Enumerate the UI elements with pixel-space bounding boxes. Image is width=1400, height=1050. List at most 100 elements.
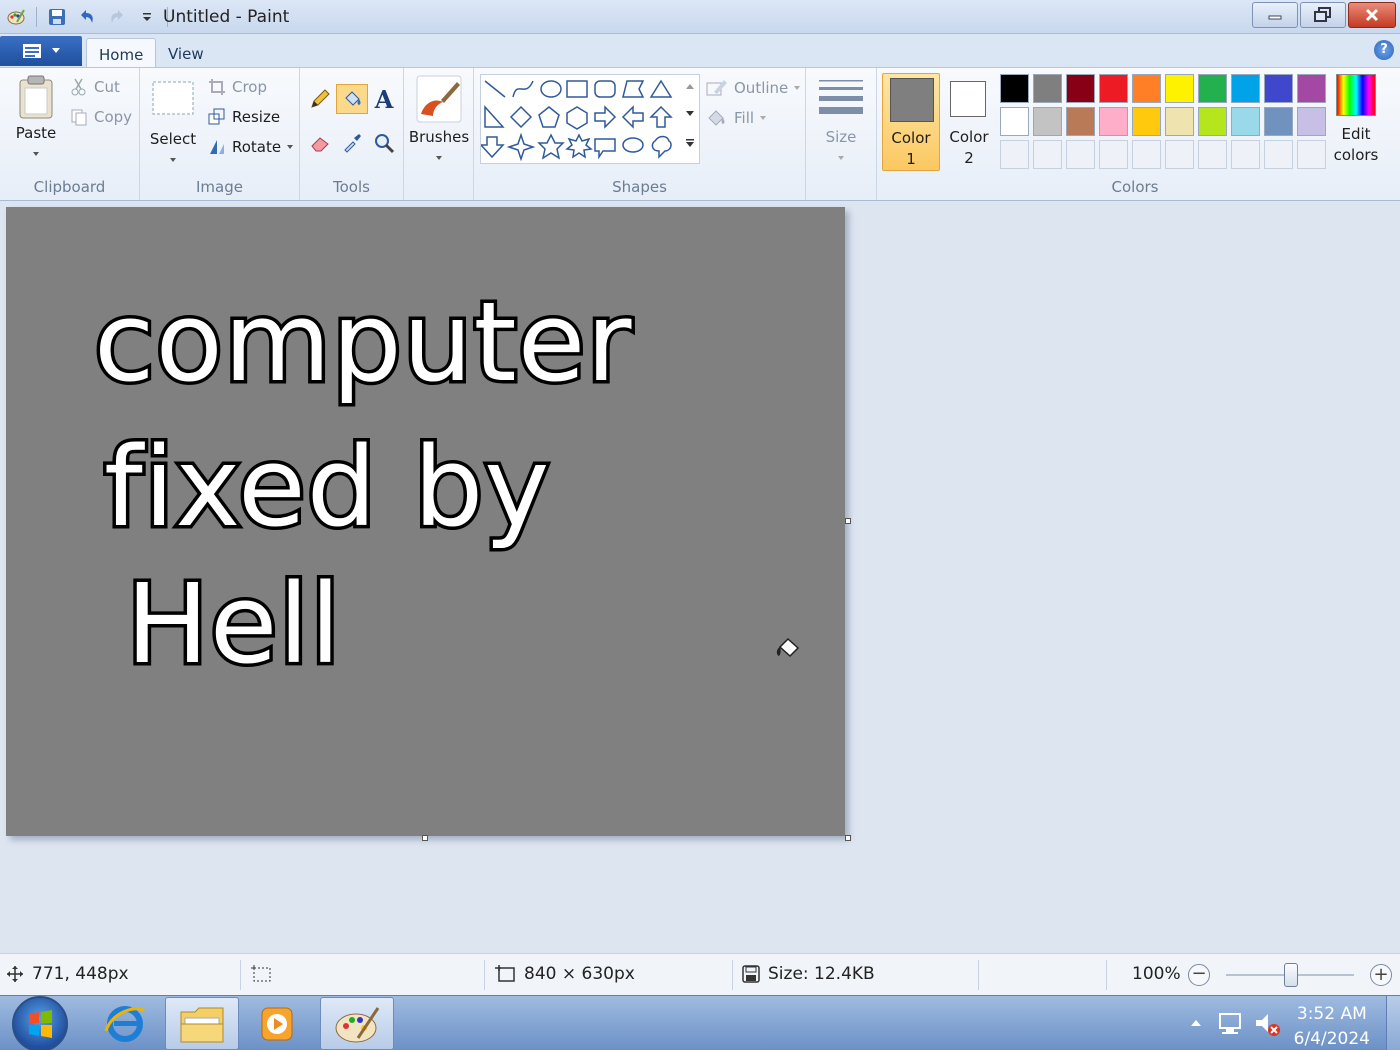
taskbar-media-player[interactable]: [240, 997, 314, 1050]
palette-swatch[interactable]: [1000, 140, 1029, 169]
size-group: Size: [806, 68, 876, 200]
size-button[interactable]: Size: [814, 78, 868, 164]
tab-view[interactable]: View: [156, 38, 216, 69]
copy-button[interactable]: Copy: [70, 108, 132, 126]
palette-swatch[interactable]: [1297, 107, 1326, 136]
palette-swatch[interactable]: [1297, 140, 1326, 169]
minimize-button[interactable]: [1252, 2, 1298, 28]
paint-app-icon[interactable]: [4, 6, 28, 28]
palette-swatch[interactable]: [1066, 140, 1095, 169]
outline-icon: [706, 80, 727, 96]
group-label-shapes: Shapes: [612, 178, 667, 196]
restore-icon: [1314, 7, 1331, 22]
taskbar-file-explorer[interactable]: [165, 997, 239, 1050]
undo-icon[interactable]: [75, 6, 99, 28]
zoom-slider-thumb[interactable]: [1284, 963, 1298, 987]
rotate-label: Rotate: [232, 138, 282, 156]
paste-button[interactable]: Paste: [8, 74, 64, 166]
palette-swatch[interactable]: [1231, 107, 1260, 136]
network-icon[interactable]: [1216, 1010, 1244, 1036]
palette-swatch[interactable]: [1000, 74, 1029, 103]
palette-swatch[interactable]: [1264, 140, 1293, 169]
color2-number: 2: [964, 149, 974, 167]
fill-tool[interactable]: [336, 84, 368, 114]
volume-muted-icon[interactable]: [1252, 1010, 1282, 1038]
crop-button[interactable]: Crop: [208, 78, 267, 96]
brushes-button[interactable]: Brushes: [408, 74, 470, 164]
outline-button[interactable]: Outline: [706, 78, 801, 98]
palette-swatch[interactable]: [1264, 107, 1293, 136]
edit-colors-button[interactable]: Edit colors: [1327, 74, 1385, 166]
color-picker-tool[interactable]: [336, 128, 368, 158]
toolbar-separator: [36, 7, 37, 27]
palette-swatch[interactable]: [1033, 140, 1062, 169]
palette-swatch[interactable]: [1165, 140, 1194, 169]
color1-button[interactable]: Color 1: [882, 73, 940, 171]
redo-icon[interactable]: [105, 6, 129, 28]
palette-swatch[interactable]: [1165, 107, 1194, 136]
palette-swatch[interactable]: [1033, 74, 1062, 103]
fill-button[interactable]: Fill: [706, 108, 767, 128]
eraser-tool[interactable]: [304, 128, 336, 158]
pencil-tool[interactable]: [304, 84, 336, 114]
palette-swatch[interactable]: [1099, 74, 1128, 103]
shapes-scroll[interactable]: [680, 76, 700, 164]
save-icon[interactable]: [45, 6, 69, 28]
status-separator: [732, 960, 733, 990]
palette-swatch[interactable]: [1066, 107, 1095, 136]
palette-swatch[interactable]: [1297, 74, 1326, 103]
palette-swatch[interactable]: [1198, 74, 1227, 103]
palette-swatch[interactable]: [1000, 107, 1029, 136]
palette-swatch[interactable]: [1198, 107, 1227, 136]
rotate-button[interactable]: Rotate: [208, 138, 294, 156]
resize-button[interactable]: Resize: [208, 108, 280, 126]
palette-swatch[interactable]: [1165, 74, 1194, 103]
palette-swatch[interactable]: [1033, 107, 1062, 136]
expand-gallery-icon[interactable]: [685, 138, 695, 148]
palette-swatch[interactable]: [1099, 107, 1128, 136]
color2-button[interactable]: Color 2: [943, 73, 995, 171]
tools-group: A Tools: [300, 68, 404, 200]
brushes-label: Brushes: [408, 128, 470, 146]
show-desktop-button[interactable]: [1386, 996, 1400, 1050]
restore-button[interactable]: [1300, 2, 1346, 28]
text-tool[interactable]: A: [368, 84, 400, 114]
taskbar-paint[interactable]: [320, 997, 394, 1050]
select-button[interactable]: Select: [148, 78, 198, 166]
tab-home[interactable]: Home: [86, 38, 157, 69]
chevron-down-icon[interactable]: [685, 110, 695, 118]
palette-swatch[interactable]: [1198, 140, 1227, 169]
customize-qat-icon[interactable]: [135, 6, 159, 28]
close-button[interactable]: [1348, 2, 1396, 28]
canvas-resize-handle-corner[interactable]: [845, 835, 851, 841]
magnifier-tool[interactable]: [368, 128, 400, 158]
zoom-in-button[interactable]: +: [1370, 964, 1392, 986]
drawing-canvas[interactable]: computer fixed by Hell: [6, 207, 845, 836]
palette-swatch[interactable]: [1132, 107, 1161, 136]
cut-button[interactable]: Cut: [70, 78, 120, 96]
palette-swatch[interactable]: [1231, 74, 1260, 103]
palette-swatch[interactable]: [1264, 74, 1293, 103]
selection-size: [250, 964, 280, 984]
show-hidden-icons-icon[interactable]: [1190, 1018, 1202, 1028]
quick-access-toolbar: [4, 4, 170, 30]
palette-swatch[interactable]: [1132, 74, 1161, 103]
canvas-resize-handle-right[interactable]: [845, 518, 851, 524]
canvas-resize-handle-bottom[interactable]: [422, 835, 428, 841]
zoom-out-button[interactable]: −: [1188, 964, 1210, 986]
palette-swatch[interactable]: [1099, 140, 1128, 169]
palette-swatch[interactable]: [1231, 140, 1260, 169]
group-label-clipboard: Clipboard: [33, 178, 106, 196]
paint-menu-button[interactable]: [0, 36, 82, 66]
size-label: Size: [825, 128, 857, 146]
status-separator: [978, 960, 979, 990]
chevron-up-icon[interactable]: [685, 82, 695, 90]
shapes-gallery[interactable]: [479, 74, 700, 164]
canvas-workspace: computer fixed by Hell: [0, 201, 1400, 953]
start-button[interactable]: [12, 996, 68, 1050]
help-icon[interactable]: ?: [1374, 40, 1394, 60]
palette-swatch[interactable]: [1132, 140, 1161, 169]
clock[interactable]: 3:52 AM 6/4/2024: [1294, 1002, 1370, 1050]
taskbar-internet-explorer[interactable]: [88, 997, 162, 1050]
palette-swatch[interactable]: [1066, 74, 1095, 103]
